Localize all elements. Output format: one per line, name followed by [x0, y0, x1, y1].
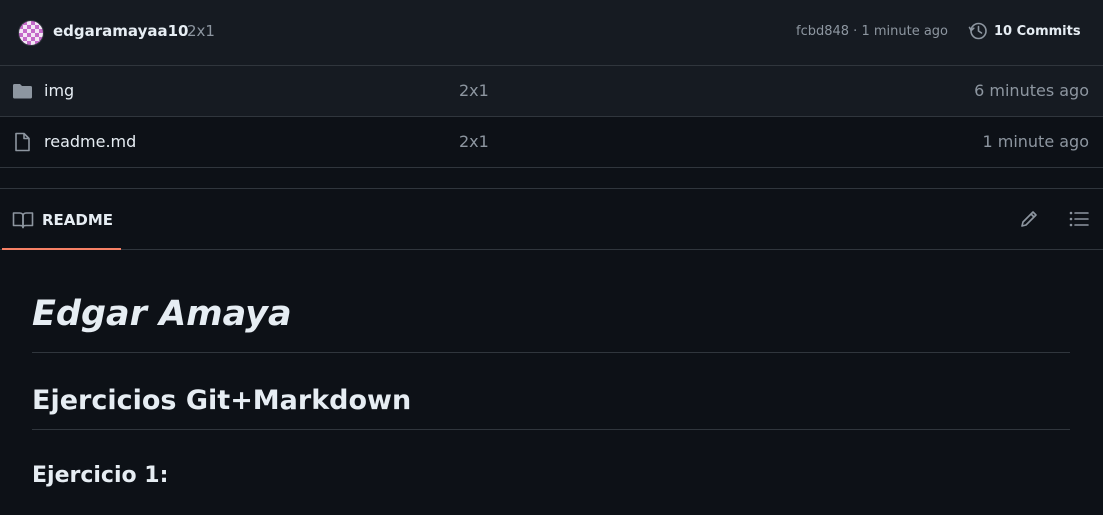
file-name-link[interactable]: readme.md — [44, 132, 136, 151]
commit-author-link[interactable]: edgaramayaa10 — [53, 22, 188, 40]
pencil-icon[interactable] — [1019, 209, 1039, 229]
avatar[interactable] — [18, 20, 44, 46]
list-outline-icon[interactable] — [1068, 209, 1090, 229]
file-name-link[interactable]: img — [44, 81, 74, 100]
readme-heading-2: Ejercicios Git+Markdown — [32, 385, 412, 416]
file-commit-message[interactable]: 2x1 — [459, 81, 489, 100]
file-icon — [15, 132, 30, 152]
readme-tab-label: README — [42, 211, 114, 229]
file-time: 1 minute ago — [982, 132, 1089, 151]
heading-divider — [32, 352, 1070, 353]
file-commit-message[interactable]: 2x1 — [459, 132, 489, 151]
readme-heading-1: Edgar Amaya — [32, 294, 292, 334]
history-icon — [968, 22, 987, 40]
commit-hash-time[interactable]: fcbd848 · 1 minute ago — [796, 24, 948, 39]
book-icon — [12, 212, 34, 229]
tab-readme[interactable]: README — [2, 189, 121, 250]
file-row[interactable]: readme.md 2x1 1 minute ago — [0, 117, 1103, 168]
readme-heading-3: Ejercicio 1: — [32, 463, 169, 488]
heading-divider — [32, 429, 1070, 430]
file-row[interactable]: img 2x1 6 minutes ago — [0, 66, 1103, 117]
commits-history-link[interactable]: 10 Commits — [968, 21, 1081, 41]
latest-commit-bar: edgaramayaa10 2x1 fcbd848 · 1 minute ago… — [0, 0, 1103, 66]
readme-header: README — [0, 189, 1103, 250]
commits-count-label: 10 Commits — [994, 23, 1081, 39]
folder-icon — [13, 84, 32, 99]
file-time: 6 minutes ago — [974, 81, 1089, 100]
commit-message-link[interactable]: 2x1 — [187, 22, 215, 40]
